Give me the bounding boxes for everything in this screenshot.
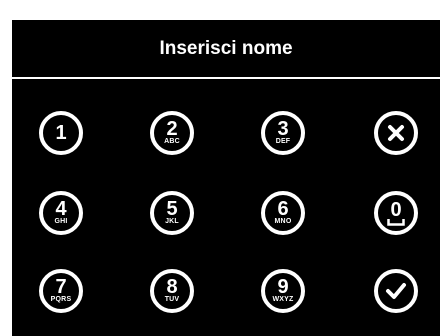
key-1[interactable]: 1 [39, 111, 83, 155]
key-letters: GHI [54, 218, 68, 225]
key-4[interactable]: 4 GHI [39, 191, 83, 235]
delete-button[interactable] [374, 111, 418, 155]
key-0[interactable]: 0 [374, 191, 418, 235]
key-9[interactable]: 9 WXYZ [261, 269, 305, 313]
key-digit: 3 [277, 118, 289, 140]
confirm-button[interactable] [374, 269, 418, 313]
key-digit: 4 [55, 198, 67, 220]
key-digit: 1 [55, 122, 67, 144]
key-letters: TUV [164, 296, 180, 303]
key-letters: MNO [274, 218, 292, 225]
key-2[interactable]: 2 ABC [150, 111, 194, 155]
key-letters: WXYZ [272, 296, 294, 303]
page-title: Inserisci nome [159, 37, 293, 59]
name-entry-screen: Inserisci nome 1 2 ABC 3 DEF 4 GHI 5 JKL… [12, 20, 440, 336]
key-digit: 0 [390, 198, 402, 221]
key-letters: JKL [165, 218, 179, 225]
key-8[interactable]: 8 TUV [150, 269, 194, 313]
close-icon [388, 125, 404, 141]
key-7[interactable]: 7 PQRS [39, 269, 83, 313]
key-digit: 5 [166, 198, 178, 220]
key-digit: 7 [55, 276, 67, 298]
key-letters: PQRS [50, 296, 72, 303]
key-6[interactable]: 6 MNO [261, 191, 305, 235]
key-5[interactable]: 5 JKL [150, 191, 194, 235]
header-divider [12, 77, 440, 79]
key-digit: 6 [277, 198, 289, 220]
key-digit: 9 [277, 276, 289, 298]
key-3[interactable]: 3 DEF [261, 111, 305, 155]
key-letters: ABC [164, 138, 180, 145]
key-letters: DEF [275, 138, 291, 145]
space-icon [387, 218, 405, 226]
check-icon [386, 283, 406, 299]
key-digit: 8 [166, 276, 178, 298]
key-digit: 2 [166, 118, 178, 140]
